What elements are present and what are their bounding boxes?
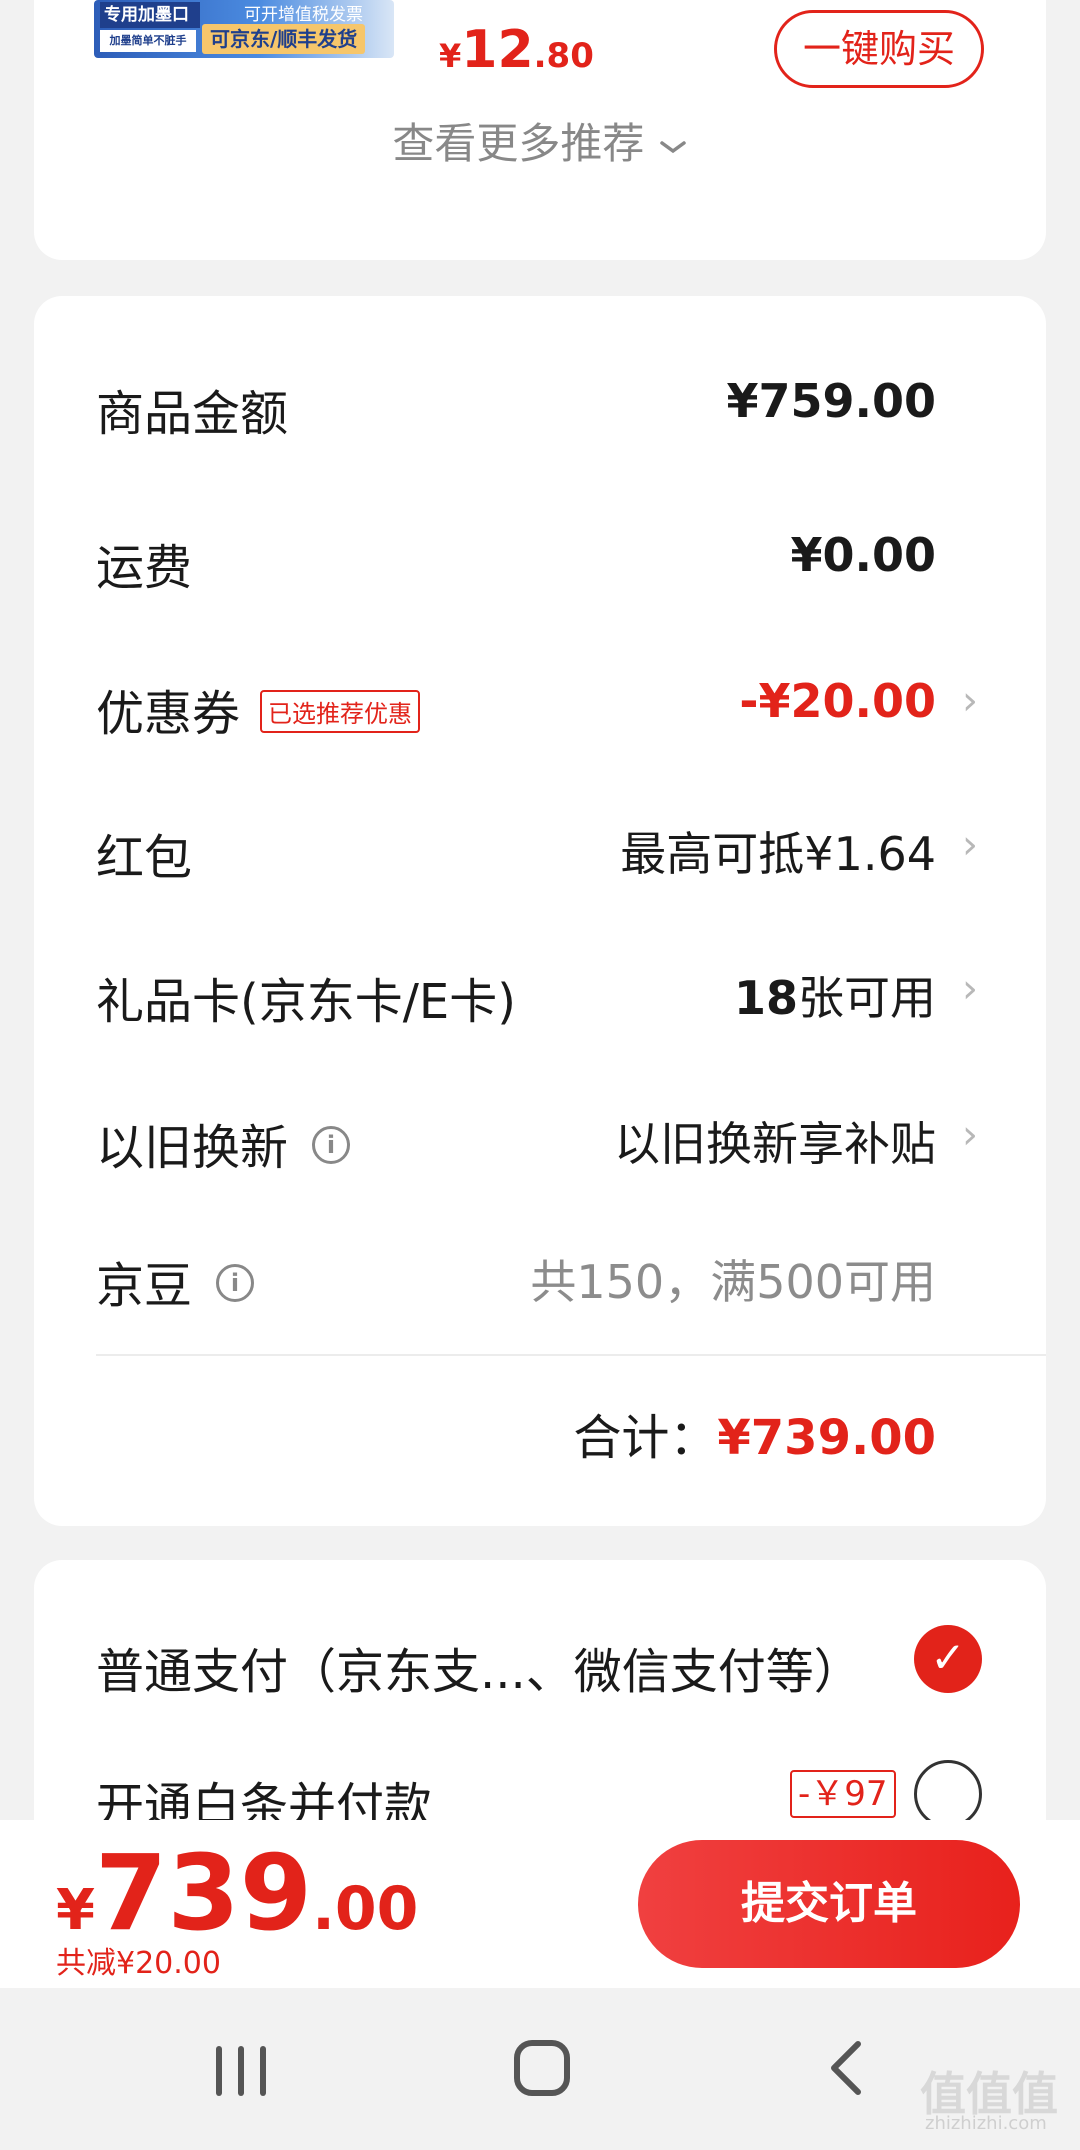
price-detail-card: 商品金额 ¥759.00 运费 ¥0.00 优惠券 已选推荐优惠 -¥20.00 … — [34, 296, 1046, 1526]
shipping-fee-row: 运费 ¥0.00 — [96, 528, 1046, 596]
home-icon[interactable] — [514, 2040, 570, 2096]
chevron-right-icon: › — [962, 822, 978, 868]
goods-amount-label: 商品金额 — [96, 386, 289, 442]
total-saved: 共减¥20.00 — [56, 1946, 221, 1981]
total-value: ¥739.00 — [717, 1410, 936, 1466]
divider — [96, 1354, 1046, 1356]
trade-in-value: 以旧换新享补贴 — [614, 1117, 936, 1171]
thumb-badge: 专用加墨口 — [100, 2, 200, 28]
gift-card-row[interactable]: 礼品卡(京东卡/E卡) 18张可用 › — [96, 962, 1046, 1030]
goods-amount-row: 商品金额 ¥759.00 — [96, 374, 1046, 442]
chevron-right-icon: › — [962, 678, 978, 724]
see-more-label: 查看更多推荐 — [392, 119, 645, 168]
selected-check-icon[interactable]: ✓ — [914, 1625, 982, 1693]
one-click-buy-button[interactable]: 一键购买 — [774, 10, 984, 88]
coupon-label: 优惠券 — [96, 686, 241, 742]
system-navigation-bar: 值值值 zhizhizhi.com — [0, 1988, 1080, 2150]
thumb-sub-badge: 加墨简单不脏手 — [100, 30, 196, 52]
thumb-shipping-text: 可京东/顺丰发货 — [202, 24, 366, 54]
back-icon[interactable] — [822, 2038, 872, 2098]
jd-beans-value: 共150，满500可用 — [530, 1255, 936, 1309]
trade-in-row[interactable]: 以旧换新 i 以旧换新享补贴 › — [96, 1108, 1046, 1176]
jd-beans-label: 京豆 — [96, 1258, 193, 1314]
payment-method-card: 普通支付（京东支...、微信支付等） ✓ 开通白条并付款 -￥97 — [34, 1560, 1046, 1860]
thumb-invoice-text: 可开增值税发票 — [244, 5, 363, 25]
chevron-down-icon — [659, 140, 686, 153]
chevron-right-icon: › — [962, 966, 978, 1012]
total-label: 合计： — [573, 1410, 718, 1466]
shipping-fee-label: 运费 — [96, 540, 193, 596]
gift-card-label: 礼品卡(京东卡/E卡) — [96, 974, 516, 1030]
red-packet-label: 红包 — [96, 830, 193, 886]
total-amount: 合计：¥739.00 — [573, 1398, 936, 1468]
info-icon[interactable]: i — [312, 1126, 351, 1164]
recommend-price: ¥12.80 — [439, 20, 594, 80]
pay-amount: ¥739.00 — [56, 1832, 419, 1954]
unselected-radio-icon[interactable] — [914, 1760, 982, 1828]
coupon-row[interactable]: 优惠券 已选推荐优惠 -¥20.00 › — [96, 674, 1046, 742]
normal-payment-option[interactable]: 普通支付（京东支...、微信支付等） — [96, 1632, 862, 1702]
watermark-url: zhizhizhi.com — [925, 2113, 1047, 2134]
goods-amount-value: ¥759.00 — [726, 374, 936, 428]
jd-beans-row: 京豆 i 共150，满500可用 — [96, 1246, 1046, 1314]
baitiao-discount-tag: -￥97 — [790, 1770, 896, 1818]
chevron-right-icon: › — [962, 1112, 978, 1158]
checkout-page: 专用加墨口 加墨简单不脏手 可开增值税发票 可京东/顺丰发货 ¥12.80 一键… — [0, 0, 1080, 2150]
recent-apps-icon[interactable] — [216, 2046, 266, 2096]
checkout-bar: ¥739.00 共减¥20.00 提交订单 — [0, 1820, 1080, 1988]
submit-order-button[interactable]: 提交订单 — [638, 1840, 1020, 1968]
coupon-value: -¥20.00 — [739, 674, 936, 728]
see-more-recommendations[interactable]: 查看更多推荐 — [34, 110, 1046, 171]
red-packet-row[interactable]: 红包 最高可抵¥1.64 › — [96, 818, 1046, 886]
recommendation-card: 专用加墨口 加墨简单不脏手 可开增值税发票 可京东/顺丰发货 ¥12.80 一键… — [34, 0, 1046, 260]
gift-card-count: 18 — [733, 971, 798, 1025]
coupon-tag: 已选推荐优惠 — [260, 689, 421, 733]
info-icon[interactable]: i — [216, 1264, 255, 1302]
gift-card-value: 18张可用 — [734, 962, 936, 1028]
trade-in-label: 以旧换新 — [96, 1120, 289, 1176]
gift-card-available-text: 张可用 — [798, 971, 936, 1025]
red-packet-value: 最高可抵¥1.64 — [620, 827, 936, 881]
product-thumbnail[interactable]: 专用加墨口 加墨简单不脏手 可开增值税发票 可京东/顺丰发货 — [94, 0, 394, 58]
shipping-fee-value: ¥0.00 — [790, 528, 936, 582]
